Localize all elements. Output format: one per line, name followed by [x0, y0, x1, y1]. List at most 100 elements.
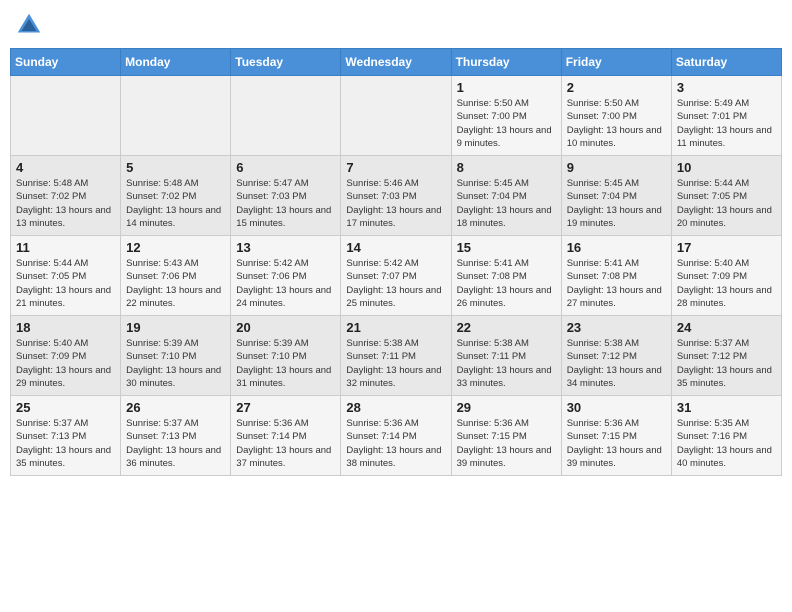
day-info: Sunrise: 5:45 AMSunset: 7:04 PMDaylight:… — [567, 177, 666, 230]
calendar-week-row: 4 Sunrise: 5:48 AMSunset: 7:02 PMDaylight… — [11, 156, 782, 236]
day-number: 26 — [126, 400, 225, 415]
day-number: 31 — [677, 400, 776, 415]
day-info: Sunrise: 5:48 AMSunset: 7:02 PMDaylight:… — [126, 177, 225, 230]
day-info: Sunrise: 5:36 AMSunset: 7:14 PMDaylight:… — [236, 417, 335, 470]
calendar-cell: 23 Sunrise: 5:38 AMSunset: 7:12 PMDayligh… — [561, 316, 671, 396]
day-info: Sunrise: 5:35 AMSunset: 7:16 PMDaylight:… — [677, 417, 776, 470]
calendar-cell — [341, 76, 451, 156]
day-info: Sunrise: 5:47 AMSunset: 7:03 PMDaylight:… — [236, 177, 335, 230]
weekday-header-friday: Friday — [561, 49, 671, 76]
calendar-cell: 25 Sunrise: 5:37 AMSunset: 7:13 PMDayligh… — [11, 396, 121, 476]
calendar-cell: 13Sunrise: 5:42 AMSunset: 7:06 PMDayligh… — [231, 236, 341, 316]
day-number: 4 — [16, 160, 115, 175]
day-info: Sunrise: 5:46 AMSunset: 7:03 PMDaylight:… — [346, 177, 445, 230]
calendar-cell: 9 Sunrise: 5:45 AMSunset: 7:04 PMDaylight… — [561, 156, 671, 236]
calendar-cell — [231, 76, 341, 156]
day-number: 9 — [567, 160, 666, 175]
weekday-header-monday: Monday — [121, 49, 231, 76]
calendar-cell: 27Sunrise: 5:36 AMSunset: 7:14 PMDayligh… — [231, 396, 341, 476]
day-info: Sunrise: 5:50 AMSunset: 7:00 PMDaylight:… — [567, 97, 666, 150]
day-number: 3 — [677, 80, 776, 95]
day-info: Sunrise: 5:40 AMSunset: 7:09 PMDaylight:… — [16, 337, 115, 390]
calendar-cell: 22Sunrise: 5:38 AMSunset: 7:11 PMDayligh… — [451, 316, 561, 396]
day-number: 10 — [677, 160, 776, 175]
day-number: 11 — [16, 240, 115, 255]
calendar-cell: 24Sunrise: 5:37 AMSunset: 7:12 PMDayligh… — [671, 316, 781, 396]
day-info: Sunrise: 5:36 AMSunset: 7:15 PMDaylight:… — [457, 417, 556, 470]
calendar-week-row: 1 Sunrise: 5:50 AMSunset: 7:00 PMDaylight… — [11, 76, 782, 156]
day-info: Sunrise: 5:44 AMSunset: 7:05 PMDaylight:… — [677, 177, 776, 230]
day-info: Sunrise: 5:45 AMSunset: 7:04 PMDaylight:… — [457, 177, 556, 230]
day-info: Sunrise: 5:37 AMSunset: 7:13 PMDaylight:… — [16, 417, 115, 470]
day-number: 7 — [346, 160, 445, 175]
day-info: Sunrise: 5:41 AMSunset: 7:08 PMDaylight:… — [567, 257, 666, 310]
day-number: 25 — [16, 400, 115, 415]
calendar-cell: 14 Sunrise: 5:42 AMSunset: 7:07 PMDayligh… — [341, 236, 451, 316]
calendar-cell: 28 Sunrise: 5:36 AMSunset: 7:14 PMDayligh… — [341, 396, 451, 476]
day-number: 19 — [126, 320, 225, 335]
calendar-cell: 10 Sunrise: 5:44 AMSunset: 7:05 PMDayligh… — [671, 156, 781, 236]
day-info: Sunrise: 5:42 AMSunset: 7:07 PMDaylight:… — [346, 257, 445, 310]
calendar-cell: 30 Sunrise: 5:36 AMSunset: 7:15 PMDayligh… — [561, 396, 671, 476]
calendar-cell: 5Sunrise: 5:48 AMSunset: 7:02 PMDaylight… — [121, 156, 231, 236]
calendar-cell: 12 Sunrise: 5:43 AMSunset: 7:06 PMDayligh… — [121, 236, 231, 316]
weekday-header-sunday: Sunday — [11, 49, 121, 76]
day-number: 18 — [16, 320, 115, 335]
calendar-table: SundayMondayTuesdayWednesdayThursdayFrid… — [10, 48, 782, 476]
day-number: 21 — [346, 320, 445, 335]
logo-icon — [14, 10, 44, 40]
day-number: 2 — [567, 80, 666, 95]
day-number: 29 — [457, 400, 556, 415]
calendar-cell: 6 Sunrise: 5:47 AMSunset: 7:03 PMDaylight… — [231, 156, 341, 236]
day-info: Sunrise: 5:41 AMSunset: 7:08 PMDaylight:… — [457, 257, 556, 310]
weekday-header-row: SundayMondayTuesdayWednesdayThursdayFrid… — [11, 49, 782, 76]
calendar-cell: 19 Sunrise: 5:39 AMSunset: 7:10 PMDayligh… — [121, 316, 231, 396]
calendar-cell: 7 Sunrise: 5:46 AMSunset: 7:03 PMDaylight… — [341, 156, 451, 236]
page-header — [10, 10, 782, 40]
calendar-cell — [11, 76, 121, 156]
day-number: 23 — [567, 320, 666, 335]
day-number: 30 — [567, 400, 666, 415]
day-number: 16 — [567, 240, 666, 255]
day-info: Sunrise: 5:38 AMSunset: 7:11 PMDaylight:… — [346, 337, 445, 390]
calendar-week-row: 18 Sunrise: 5:40 AMSunset: 7:09 PMDayligh… — [11, 316, 782, 396]
weekday-header-tuesday: Tuesday — [231, 49, 341, 76]
day-number: 14 — [346, 240, 445, 255]
day-number: 6 — [236, 160, 335, 175]
calendar-cell: 1Sunrise: 5:50 AMSunset: 7:00 PMDaylight… — [451, 76, 561, 156]
calendar-week-row: 11Sunrise: 5:44 AMSunset: 7:05 PMDayligh… — [11, 236, 782, 316]
day-info: Sunrise: 5:39 AMSunset: 7:10 PMDaylight:… — [126, 337, 225, 390]
day-number: 20 — [236, 320, 335, 335]
day-info: Sunrise: 5:37 AMSunset: 7:13 PMDaylight:… — [126, 417, 225, 470]
weekday-header-thursday: Thursday — [451, 49, 561, 76]
weekday-header-saturday: Saturday — [671, 49, 781, 76]
weekday-header-wednesday: Wednesday — [341, 49, 451, 76]
calendar-cell: 3 Sunrise: 5:49 AMSunset: 7:01 PMDaylight… — [671, 76, 781, 156]
day-number: 24 — [677, 320, 776, 335]
calendar-cell — [121, 76, 231, 156]
calendar-cell: 15 Sunrise: 5:41 AMSunset: 7:08 PMDayligh… — [451, 236, 561, 316]
calendar-cell: 29 Sunrise: 5:36 AMSunset: 7:15 PMDayligh… — [451, 396, 561, 476]
calendar-cell: 20 Sunrise: 5:39 AMSunset: 7:10 PMDayligh… — [231, 316, 341, 396]
day-number: 1 — [457, 80, 556, 95]
calendar-cell: 8 Sunrise: 5:45 AMSunset: 7:04 PMDaylight… — [451, 156, 561, 236]
calendar-cell: 4 Sunrise: 5:48 AMSunset: 7:02 PMDaylight… — [11, 156, 121, 236]
day-info: Sunrise: 5:49 AMSunset: 7:01 PMDaylight:… — [677, 97, 776, 150]
calendar-cell: 16 Sunrise: 5:41 AMSunset: 7:08 PMDayligh… — [561, 236, 671, 316]
calendar-cell: 17 Sunrise: 5:40 AMSunset: 7:09 PMDayligh… — [671, 236, 781, 316]
day-number: 28 — [346, 400, 445, 415]
calendar-cell: 26 Sunrise: 5:37 AMSunset: 7:13 PMDayligh… — [121, 396, 231, 476]
day-number: 8 — [457, 160, 556, 175]
day-info: Sunrise: 5:39 AMSunset: 7:10 PMDaylight:… — [236, 337, 335, 390]
day-info: Sunrise: 5:36 AMSunset: 7:15 PMDaylight:… — [567, 417, 666, 470]
day-number: 12 — [126, 240, 225, 255]
day-number: 15 — [457, 240, 556, 255]
day-info: Sunrise: 5:38 AMSunset: 7:12 PMDaylight:… — [567, 337, 666, 390]
day-info: Sunrise: 5:36 AMSunset: 7:14 PMDaylight:… — [346, 417, 445, 470]
day-info: Sunrise: 5:42 AMSunset: 7:06 PMDaylight:… — [236, 257, 335, 310]
day-number: 17 — [677, 240, 776, 255]
day-info: Sunrise: 5:48 AMSunset: 7:02 PMDaylight:… — [16, 177, 115, 230]
day-info: Sunrise: 5:43 AMSunset: 7:06 PMDaylight:… — [126, 257, 225, 310]
day-info: Sunrise: 5:38 AMSunset: 7:11 PMDaylight:… — [457, 337, 556, 390]
day-info: Sunrise: 5:40 AMSunset: 7:09 PMDaylight:… — [677, 257, 776, 310]
